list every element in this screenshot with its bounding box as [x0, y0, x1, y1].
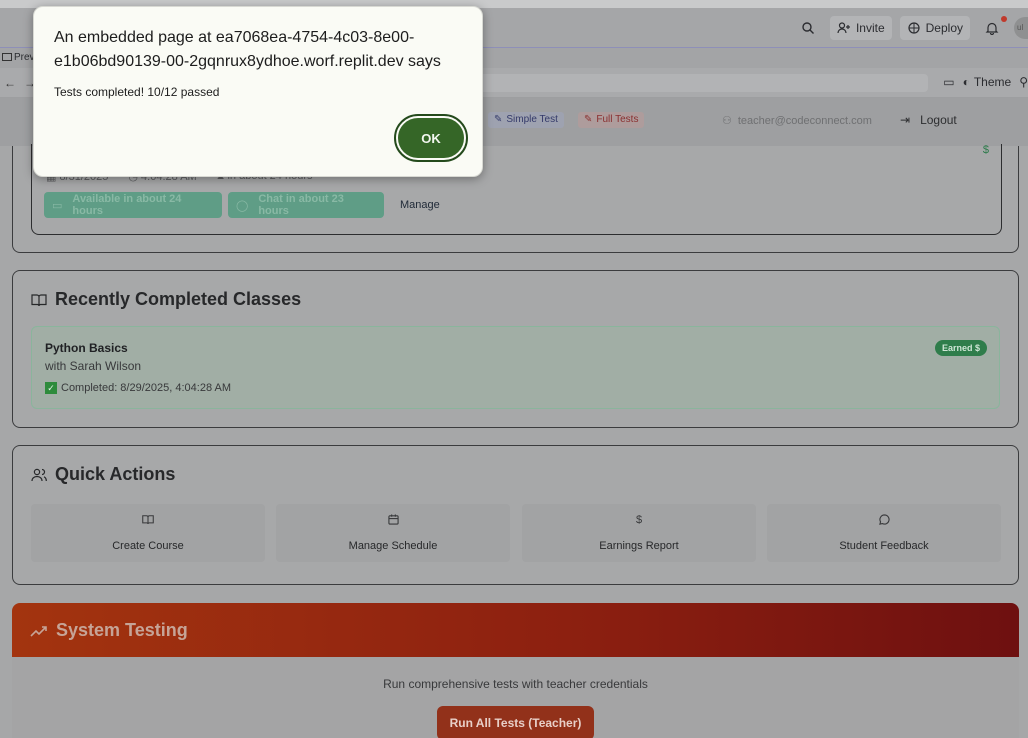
calendar-icon: [276, 514, 510, 528]
logout-button[interactable]: ⇥ Logout: [900, 113, 957, 127]
deploy-icon: [908, 22, 920, 34]
palette-icon: ◐: [962, 75, 970, 89]
replit-toolbar-actions: Invite Deploy ul: [794, 16, 1028, 40]
system-testing-heading: System Testing: [30, 620, 188, 641]
search-icon: [802, 22, 814, 34]
video-icon: ▭: [52, 199, 63, 212]
devtools-icon[interactable]: ▭: [943, 75, 954, 89]
dialog-message: Tests completed! 10/12 passed: [54, 85, 220, 99]
earnings-report-button[interactable]: $ Earnings Report: [522, 504, 756, 562]
simple-test-button[interactable]: ✎ Simple Test: [488, 112, 564, 128]
alert-dialog: An embedded page at ea7068ea-4754-4c03-8…: [33, 6, 483, 177]
status-badge: Earned $: [934, 340, 987, 356]
dialog-title: An embedded page at ea7068ea-4754-4c03-8…: [54, 29, 441, 70]
quick-actions-heading: Quick Actions: [31, 464, 175, 485]
wrench-icon[interactable]: ⚲: [1019, 75, 1028, 89]
teacher-name: with Sarah Wilson: [45, 359, 142, 373]
theme-button[interactable]: ◐ Theme: [963, 75, 1012, 89]
completed-class-item: Python Basics with Sarah Wilson ✓ Comple…: [31, 326, 1000, 409]
user-info: ⚇ teacher@codeconnect.com: [722, 114, 872, 128]
manage-schedule-label: Manage Schedule: [348, 540, 438, 552]
system-testing-description: Run comprehensive tests with teacher cre…: [383, 677, 648, 691]
earnings-report-label: Earnings Report: [599, 540, 679, 552]
section-title: System Testing: [56, 620, 188, 640]
logout-icon: ⇥: [900, 113, 911, 127]
theme-label: Theme: [973, 75, 1012, 89]
address-actions: ▭ ◐ Theme ⚲: [943, 75, 1028, 89]
user-icon: ⚇: [722, 115, 732, 127]
section-title: Recently Completed Classes: [55, 289, 302, 309]
full-tests-button[interactable]: ✎ Full Tests: [578, 112, 645, 128]
course-title: Python Basics: [45, 341, 128, 355]
system-testing-card: System Testing Run comprehensive tests w…: [12, 603, 1019, 738]
notifications-button[interactable]: [978, 16, 1007, 40]
logout-label: Logout: [920, 113, 957, 127]
notification-dot: [1001, 16, 1007, 22]
system-testing-banner: System Testing: [12, 603, 1019, 657]
avatar[interactable]: ul: [1014, 17, 1028, 39]
invite-button[interactable]: Invite: [829, 16, 892, 40]
completion-info: ✓ Completed: 8/29/2025, 4:04:28 AM: [45, 382, 231, 394]
section-title: Quick Actions: [55, 464, 176, 484]
create-course-label: Create Course: [112, 540, 184, 552]
chat-icon: [767, 514, 1001, 528]
book-icon: [31, 514, 265, 528]
user-email: teacher@codeconnect.com: [737, 114, 872, 127]
completion-date: Completed: 8/29/2025, 4:04:28 AM: [61, 382, 232, 394]
manage-button[interactable]: Manage: [400, 199, 440, 211]
chat-icon: ◯: [236, 199, 249, 212]
quick-actions-card: Quick Actions Create Course Manage Sched…: [12, 445, 1019, 585]
invite-label: Invite: [855, 21, 885, 35]
join-class-label: Available in about 24 hours: [72, 193, 182, 217]
manage-schedule-button[interactable]: Manage Schedule: [276, 504, 510, 562]
ok-button[interactable]: OK: [394, 114, 468, 162]
create-course-button[interactable]: Create Course: [31, 504, 265, 562]
student-feedback-label: Student Feedback: [839, 540, 929, 552]
check-icon: ✓: [45, 382, 57, 394]
pencil-icon: ✎: [494, 114, 503, 125]
preview-tab[interactable]: Prev: [14, 52, 35, 63]
search-button[interactable]: [794, 16, 822, 40]
recently-completed-heading: Recently Completed Classes: [31, 289, 301, 310]
users-icon: [31, 468, 47, 481]
pencil-icon: ✎: [584, 114, 593, 125]
back-arrow-icon[interactable]: ←: [4, 76, 16, 90]
student-feedback-button[interactable]: Student Feedback: [767, 504, 1001, 562]
bell-icon: [985, 22, 999, 35]
chat-label: Chat in about 23 hours: [258, 193, 344, 217]
dollar-icon: $: [635, 514, 643, 526]
price-indicator: $: [982, 144, 989, 156]
chat-button[interactable]: ◯ Chat in about 23 hours: [228, 192, 384, 218]
run-all-tests-button[interactable]: Run All Tests (Teacher): [437, 706, 594, 738]
join-class-button[interactable]: ▭ Available in about 24 hours: [44, 192, 222, 218]
recently-completed-card: Recently Completed Classes Python Basics…: [12, 270, 1019, 428]
simple-test-label: Simple Test: [506, 114, 558, 125]
deploy-button[interactable]: Deploy: [899, 16, 970, 40]
monitor-icon: [2, 53, 12, 61]
full-tests-label: Full Tests: [596, 114, 639, 125]
add-user-icon: [837, 22, 850, 34]
trending-up-icon: [30, 625, 47, 637]
deploy-label: Deploy: [925, 21, 963, 35]
book-icon: [31, 293, 47, 306]
